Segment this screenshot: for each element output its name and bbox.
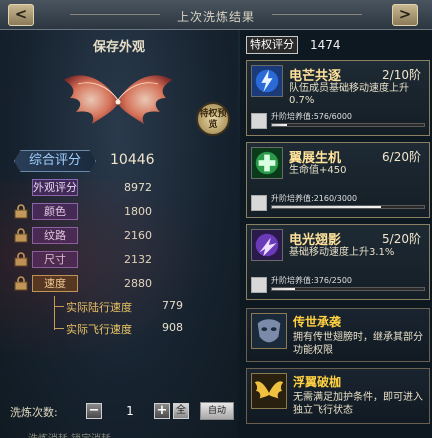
wash-controls: 洗炼次数: − 1 + 全 自动 洗炼消耗 锁定消耗: [0, 394, 238, 438]
sub-attribute-row-fly-speed: 实际飞行速度 908: [54, 320, 238, 338]
attribute-value: 2132: [124, 253, 152, 266]
progress-fill: [272, 206, 382, 208]
privilege-score-value: 1474: [310, 38, 341, 52]
upgrade-arrow-icon[interactable]: [251, 113, 267, 129]
skill-card[interactable]: 翼展生机 6/20阶 生命值+450 升阶培养值:2160/3000: [246, 142, 430, 218]
attribute-label: 尺寸: [32, 251, 78, 268]
sub-attribute-value: 779: [162, 299, 183, 312]
spark-icon: [251, 229, 283, 261]
lock-icon[interactable]: [14, 204, 28, 219]
tree-branch: [54, 306, 64, 307]
lock-icon[interactable]: [14, 276, 28, 291]
progress-label: 升阶培养值:2160/3000: [271, 194, 358, 203]
tree-connector: [54, 296, 55, 330]
progress-label: 升阶培养值:576/6000: [271, 112, 353, 121]
privilege-score-label: 特权评分: [246, 36, 298, 54]
skill-name: 翼展生机: [289, 151, 342, 166]
privilege-preview-label: 特权预览: [199, 109, 227, 130]
attribute-label: 颜色: [32, 203, 78, 220]
preview-title: 保存外观: [92, 40, 145, 55]
inherit-card[interactable]: 浮翼破枷 无需满足加护条件，即可进入独立飞行状态: [246, 368, 430, 424]
title-bar: < 上次洗炼结果 >: [0, 0, 432, 30]
window-title: 上次洗炼结果: [176, 10, 255, 24]
attribute-value: 2160: [124, 229, 152, 242]
wash-result-window: < 上次洗炼结果 > 保存外观 特权预览 综合评分 10446 外观评分 897…: [0, 0, 432, 438]
privilege-score-row: 特权评分 1474: [246, 36, 426, 56]
wash-count-input[interactable]: 1: [108, 402, 152, 420]
progress-fill: [272, 124, 287, 126]
attribute-value: 2880: [124, 277, 152, 290]
overall-score-label: 综合评分: [14, 150, 96, 172]
increase-button[interactable]: +: [154, 403, 170, 419]
cost-footer-text: 洗炼消耗 锁定消耗: [28, 430, 111, 438]
appearance-preview-panel: 保存外观 特权预览 综合评分 10446 外观评分 8972 颜色 1800 纹…: [0, 30, 238, 438]
skill-name: 电芒共逐: [289, 69, 342, 84]
skill-level: 2/10阶: [382, 68, 421, 82]
attribute-row-color: 颜色 1800: [0, 202, 238, 222]
chevron-right-icon: >: [398, 5, 412, 23]
auto-button[interactable]: 自动: [200, 402, 234, 420]
title-divider-right: [272, 14, 362, 15]
skill-card[interactable]: 电芒共逐 2/10阶 队伍成员基础移动速度上升0.7% 升阶培养值:576/60…: [246, 60, 430, 136]
skill-level: 5/20阶: [382, 232, 421, 246]
attribute-value: 1800: [124, 205, 152, 218]
lock-icon[interactable]: [14, 228, 28, 243]
max-button[interactable]: 全: [173, 403, 189, 419]
upgrade-arrow-icon[interactable]: [251, 277, 267, 293]
sub-attribute-value: 908: [162, 321, 183, 334]
skill-level: 6/20阶: [382, 150, 421, 164]
skill-description: 基础移动速度上升3.1%: [289, 247, 395, 258]
skill-description: 队伍成员基础移动速度上升0.7%: [289, 83, 409, 106]
attribute-row-pattern: 纹路 2160: [0, 226, 238, 246]
privilege-panel: 特权评分 1474 电芒共逐 2/10阶 队伍成员基础移动速度上升0.7% 升阶…: [240, 30, 432, 438]
attribute-row-speed: 速度 2880: [0, 274, 238, 294]
attribute-value: 8972: [124, 181, 152, 194]
wash-count-label: 洗炼次数:: [10, 406, 58, 419]
progress-bar: [271, 205, 425, 209]
inherit-description: 无需满足加护条件，即可进入独立飞行状态: [293, 392, 423, 416]
tree-branch: [54, 328, 64, 329]
attribute-row-size: 尺寸 2132: [0, 250, 238, 270]
skill-name: 电光翅影: [289, 233, 342, 248]
progress-bar: [271, 287, 425, 291]
sub-attribute-label: 实际飞行速度: [66, 323, 132, 336]
progress-bar: [271, 123, 425, 127]
cross-icon: [251, 147, 283, 179]
mask-icon: [251, 313, 287, 349]
attribute-label: 外观评分: [32, 179, 78, 196]
upgrade-arrow-icon[interactable]: [251, 195, 267, 211]
progress-fill: [272, 288, 295, 290]
sub-attribute-label: 实际陆行速度: [66, 301, 132, 314]
skill-card[interactable]: 电光翅影 5/20阶 基础移动速度上升3.1% 升阶培养值:376/2500: [246, 224, 430, 300]
next-button[interactable]: >: [392, 4, 418, 26]
lock-icon[interactable]: [14, 252, 28, 267]
lightning-icon: [251, 65, 283, 97]
overall-score-value: 10446: [110, 152, 155, 168]
attribute-label: 速度: [32, 275, 78, 292]
attribute-row-appearance: 外观评分 8972: [0, 178, 238, 198]
skill-description: 生命值+450: [289, 165, 347, 176]
sub-attribute-row-land-speed: 实际陆行速度 779: [54, 298, 238, 316]
attribute-label: 纹路: [32, 227, 78, 244]
wings-preview-image: [64, 75, 172, 124]
golden-wing-icon: [251, 373, 287, 409]
overall-score-row: 综合评分 10446: [14, 150, 234, 172]
inherit-name: 浮翼破枷: [293, 375, 342, 389]
decrease-button[interactable]: −: [86, 403, 102, 419]
inherit-name: 传世承袭: [293, 315, 342, 329]
inherit-description: 拥有传世翅膀时，继承其部分功能权限: [293, 332, 423, 356]
privilege-preview-button[interactable]: 特权预览: [196, 102, 230, 136]
inherit-card[interactable]: 传世承袭 拥有传世翅膀时，继承其部分功能权限: [246, 308, 430, 362]
progress-label: 升阶培养值:376/2500: [271, 276, 353, 285]
